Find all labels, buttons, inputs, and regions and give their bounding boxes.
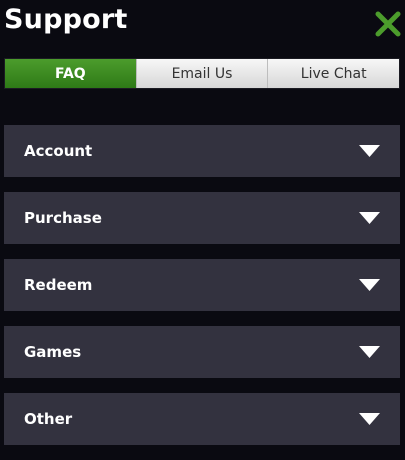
support-tabs: FAQ Email Us Live Chat	[4, 58, 400, 89]
faq-item-label: Games	[24, 343, 82, 361]
faq-item-games[interactable]: Games	[4, 326, 400, 378]
faq-item-redeem[interactable]: Redeem	[4, 259, 400, 311]
tab-faq[interactable]: FAQ	[5, 59, 136, 88]
tab-live-chat-label: Live Chat	[300, 65, 367, 82]
tab-faq-label: FAQ	[54, 65, 86, 82]
faq-item-other[interactable]: Other	[4, 393, 400, 445]
faq-list: Account Purchase Redeem Games Other	[4, 125, 400, 460]
support-panel: Support FAQ Email Us Live Chat Account P…	[0, 0, 405, 453]
chevron-down-icon	[359, 145, 380, 157]
faq-item-label: Account	[24, 142, 93, 160]
chevron-down-icon	[359, 413, 380, 425]
faq-item-purchase[interactable]: Purchase	[4, 192, 400, 244]
close-x-icon	[375, 11, 401, 37]
header: Support	[0, 0, 405, 50]
faq-item-label: Redeem	[24, 276, 93, 294]
chevron-down-icon	[359, 279, 380, 291]
page-title: Support	[4, 4, 128, 35]
faq-item-label: Purchase	[24, 209, 102, 227]
faq-item-account[interactable]: Account	[4, 125, 400, 177]
chevron-down-icon	[359, 346, 380, 358]
close-button[interactable]	[374, 10, 402, 38]
faq-item-label: Other	[24, 410, 73, 428]
tab-live-chat[interactable]: Live Chat	[267, 59, 400, 88]
tab-email-us-label: Email Us	[171, 65, 233, 82]
chevron-down-icon	[359, 212, 380, 224]
tab-email-us[interactable]: Email Us	[135, 59, 268, 88]
